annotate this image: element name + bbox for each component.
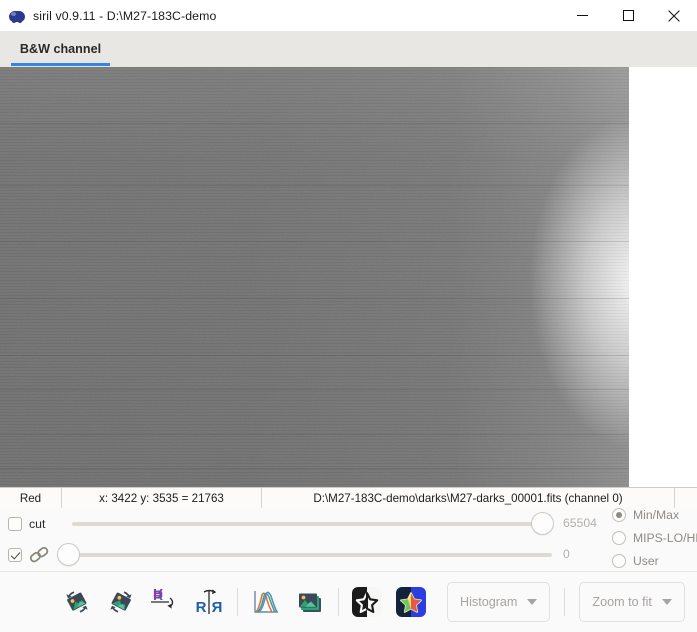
- star-color-icon: [396, 587, 426, 617]
- histogram-transform-button[interactable]: [244, 580, 288, 624]
- radio-mips-label: MIPS-LO/HI: [633, 530, 697, 545]
- image-stack-icon: [299, 593, 321, 612]
- mirror-horizontal-icon: R R: [196, 589, 222, 616]
- window-title: siril v0.9.11 - D:\M27-183C-demo: [33, 8, 217, 23]
- status-pixel-readout: x: 3422 y: 3535 = 21763: [62, 488, 262, 508]
- bw-star-button[interactable]: [345, 580, 389, 624]
- toolbar-separator-2: [338, 588, 339, 616]
- svg-text:R: R: [153, 586, 163, 602]
- radio-user[interactable]: [612, 553, 626, 568]
- siril-icon: [9, 8, 25, 24]
- tab-bw-channel-label: B&W channel: [19, 42, 102, 56]
- lo-slider-value: 0: [563, 547, 570, 561]
- color-star-button[interactable]: [389, 580, 433, 624]
- svg-text:R: R: [211, 599, 222, 616]
- mirror-vertical-button[interactable]: R R: [143, 580, 187, 624]
- lo-slider-track[interactable]: [72, 553, 552, 557]
- window-controls: [559, 0, 697, 31]
- link-channels-checkbox[interactable]: [8, 547, 22, 562]
- radio-user-label: User: [633, 553, 659, 568]
- tab-active-indicator: [11, 63, 110, 66]
- star-bw-icon: [352, 587, 382, 617]
- hi-slider-value: 65504: [563, 516, 597, 530]
- status-channel: Red: [0, 488, 62, 508]
- histogram-dropdown[interactable]: Histogram: [447, 582, 551, 622]
- hi-slider-track[interactable]: [72, 522, 552, 526]
- image-canvas[interactable]: [0, 67, 697, 487]
- zoom-dropdown-label: Zoom to fit: [592, 595, 652, 609]
- rotate-ccw-button[interactable]: [55, 580, 99, 624]
- display-mode-user[interactable]: User: [612, 549, 697, 572]
- display-mode-mips[interactable]: MIPS-LO/HI: [612, 526, 697, 549]
- rotate-clockwise-icon: [110, 591, 132, 613]
- cut-checkbox[interactable]: [8, 516, 22, 531]
- chevron-down-icon: [527, 599, 538, 605]
- image-stack-button[interactable]: [288, 580, 332, 624]
- radio-minmax-label: Min/Max: [633, 507, 680, 522]
- histogram-curves-icon: [254, 591, 278, 613]
- radio-mips[interactable]: [612, 530, 626, 545]
- maximize-icon[interactable]: [605, 0, 651, 31]
- hi-cut-row: cut 65504: [0, 508, 697, 539]
- mirror-vertical-icon: R R: [151, 586, 174, 609]
- siril-main-window: siril v0.9.11 - D:\M27-183C-demo B&W cha…: [0, 0, 697, 632]
- status-bar: Red x: 3422 y: 3535 = 21763 D:\M27-183C-…: [0, 487, 697, 509]
- toolbar-separator-1: [237, 588, 238, 616]
- close-icon[interactable]: [651, 0, 697, 31]
- tab-bw-channel[interactable]: B&W channel: [11, 31, 110, 67]
- lo-cut-row: 0: [0, 539, 697, 570]
- rotate-counterclockwise-icon: [66, 591, 88, 613]
- title-bar: siril v0.9.11 - D:\M27-183C-demo: [0, 0, 697, 32]
- histogram-dropdown-label: Histogram: [460, 595, 518, 609]
- display-stretch-panel: cut 65504 0: [0, 508, 697, 570]
- hi-slider-knob[interactable]: [531, 512, 554, 535]
- minimize-icon[interactable]: [559, 0, 605, 31]
- image-noise-overlay: [0, 67, 629, 487]
- channel-tab-bar: B&W channel: [0, 31, 697, 68]
- rotate-cw-button[interactable]: [99, 580, 143, 624]
- display-mode-minmax[interactable]: Min/Max: [612, 503, 697, 526]
- mirror-horizontal-button[interactable]: R R: [187, 580, 231, 624]
- bottom-toolbar: R R R R Histogram Zoom to fit: [0, 571, 697, 632]
- cut-label: cut: [29, 516, 46, 531]
- toolbar-separator-3: [564, 588, 566, 616]
- chevron-down-icon: [661, 599, 672, 605]
- radio-minmax[interactable]: [612, 507, 626, 522]
- lo-slider-knob[interactable]: [57, 543, 80, 566]
- zoom-dropdown[interactable]: Zoom to fit: [579, 582, 685, 622]
- chain-link-icon[interactable]: [28, 545, 50, 565]
- svg-text:R: R: [196, 599, 207, 616]
- display-mode-group: Min/Max MIPS-LO/HI User: [612, 503, 697, 572]
